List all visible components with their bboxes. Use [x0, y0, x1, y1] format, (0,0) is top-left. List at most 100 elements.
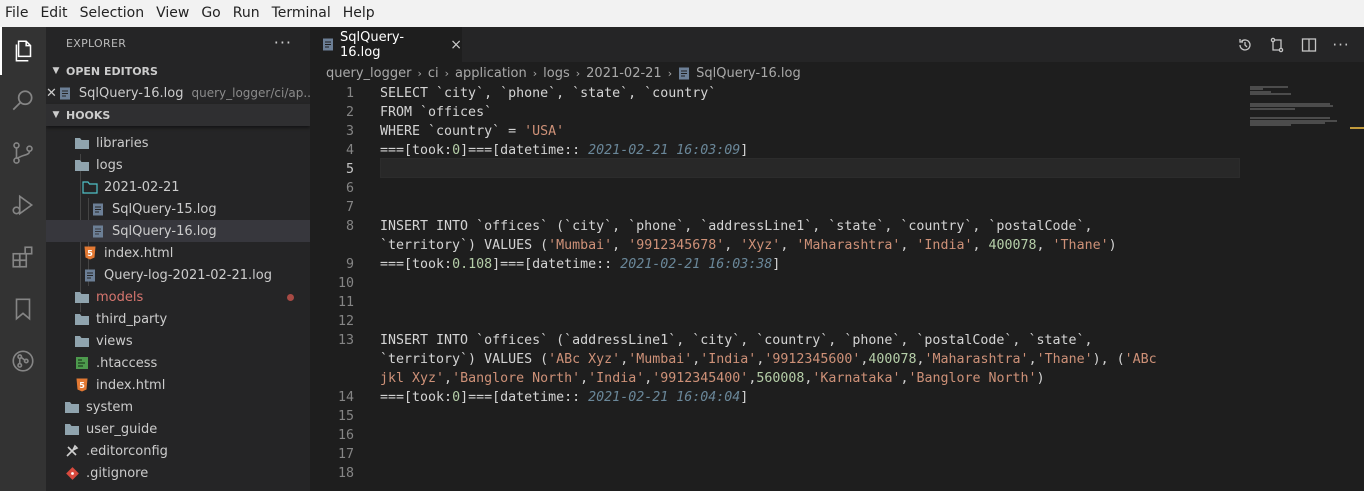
- code-line: INSERT INTO `offices` (`addressLine1`, `…: [380, 333, 1093, 348]
- code-line: FROM `offices`: [380, 105, 493, 120]
- tree-item-logs[interactable]: logs: [46, 154, 310, 176]
- folder-icon: [74, 135, 90, 151]
- breadcrumb-item[interactable]: 2021-02-21: [586, 66, 662, 81]
- hooks-header[interactable]: ▼ HOOKS: [46, 104, 310, 126]
- compare-changes-icon[interactable]: [1268, 36, 1286, 54]
- tree-item-index-html-logs[interactable]: 5 index.html: [46, 242, 310, 264]
- folder-icon: [74, 289, 90, 305]
- tree-item-models[interactable]: models: [46, 286, 310, 308]
- more-actions-icon[interactable]: ···: [274, 33, 292, 52]
- line-number: 18: [337, 466, 354, 481]
- line-number: 9: [345, 257, 354, 272]
- scroll-position-marker: [1350, 127, 1364, 129]
- breadcrumb-item[interactable]: SqlQuery-16.log: [696, 66, 801, 81]
- run-debug-icon[interactable]: [0, 181, 46, 229]
- tree-item-user-guide[interactable]: user_guide: [46, 418, 310, 440]
- tree-item-label: .gitignore: [86, 465, 149, 481]
- open-editor-item[interactable]: ✕ SqlQuery-16.log query_logger/ci/ap...: [46, 82, 310, 104]
- menu-file[interactable]: File: [0, 0, 35, 27]
- tree-item-htaccess[interactable]: .htaccess: [46, 352, 310, 374]
- breadcrumb-item[interactable]: ci: [428, 66, 439, 81]
- tab-sqlquery-16[interactable]: SqlQuery-16.log ×: [310, 27, 462, 62]
- code-line: ===[took:0]===[datetime:: 2021-02-21 16:…: [380, 390, 749, 405]
- menu-selection[interactable]: Selection: [75, 0, 152, 27]
- menu-go[interactable]: Go: [196, 0, 227, 27]
- line-number: 15: [337, 409, 354, 424]
- close-icon[interactable]: ✕: [46, 86, 57, 101]
- log-file-icon: [90, 201, 106, 217]
- chevron-right-icon: ›: [575, 66, 581, 80]
- code-line: `territory`) VALUES ('Mumbai', '99123456…: [380, 238, 1117, 253]
- chevron-down-icon: ▼: [52, 66, 60, 76]
- line-number: 5: [345, 162, 354, 177]
- timeline-icon[interactable]: [1236, 36, 1254, 54]
- tree-item-editorconfig[interactable]: .editorconfig: [46, 440, 310, 462]
- code-editor[interactable]: 1 SELECT `city`, `phone`, `state`, `count…: [310, 84, 1364, 491]
- tree-item-third-party[interactable]: third_party: [46, 308, 310, 330]
- tree-item-sqlquery-15[interactable]: SqlQuery-15.log: [46, 198, 310, 220]
- breadcrumb: query_logger › ci › application › logs ›…: [310, 62, 1364, 84]
- git-graph-icon[interactable]: [0, 337, 46, 385]
- line-number: 16: [337, 428, 354, 443]
- html5-icon: 5: [82, 245, 98, 261]
- code-line: WHERE `country` = 'USA': [380, 124, 565, 139]
- split-editor-icon[interactable]: [1300, 36, 1318, 54]
- menu-bar: File Edit Selection View Go Run Terminal…: [0, 0, 1364, 27]
- code-line: SELECT `city`, `phone`, `state`, `countr…: [380, 86, 717, 101]
- log-file-icon: [90, 223, 106, 239]
- breadcrumb-item[interactable]: query_logger: [326, 66, 411, 81]
- tree-item-query-log[interactable]: Query-log-2021-02-21.log: [46, 264, 310, 286]
- tree-item-label: Query-log-2021-02-21.log: [104, 267, 272, 283]
- tree-item-label: index.html: [104, 245, 174, 261]
- editor-tab-bar: SqlQuery-16.log × ···: [310, 27, 1364, 62]
- open-editor-name: SqlQuery-16.log: [78, 85, 184, 101]
- tree-item-index-html[interactable]: 5 index.html: [46, 374, 310, 396]
- menu-help[interactable]: Help: [338, 0, 382, 27]
- current-line-highlight: [380, 158, 1240, 178]
- tree-item-system[interactable]: system: [46, 396, 310, 418]
- minimap[interactable]: [1246, 84, 1364, 491]
- explorer-title-label: EXPLORER: [66, 37, 127, 50]
- line-number: 6: [345, 181, 354, 196]
- search-icon[interactable]: [0, 77, 46, 125]
- menu-terminal[interactable]: Terminal: [267, 0, 338, 27]
- extensions-icon[interactable]: [0, 233, 46, 281]
- tree-item-label: .editorconfig: [86, 443, 168, 459]
- breadcrumb-item[interactable]: application: [455, 66, 527, 81]
- tree-item-label: libraries: [96, 135, 149, 151]
- tree-item-gitignore[interactable]: .gitignore: [46, 462, 310, 484]
- tab-label: SqlQuery-16.log: [340, 29, 405, 60]
- modified-indicator: [287, 293, 294, 301]
- close-icon[interactable]: ×: [450, 37, 462, 53]
- tree-item-label: SqlQuery-15.log: [112, 201, 217, 217]
- menu-run[interactable]: Run: [228, 0, 267, 27]
- source-control-icon[interactable]: [0, 129, 46, 177]
- chevron-right-icon: ›: [532, 66, 538, 80]
- menu-edit[interactable]: Edit: [35, 0, 74, 27]
- tree-item-label: logs: [96, 157, 123, 173]
- menu-view[interactable]: View: [151, 0, 196, 27]
- open-editor-path: query_logger/ci/ap...: [191, 86, 310, 100]
- code-line: ===[took:0.108]===[datetime:: 2021-02-21…: [380, 257, 781, 272]
- tree-item-libraries[interactable]: libraries: [46, 132, 310, 154]
- tree-item-label: system: [86, 399, 133, 415]
- files-icon[interactable]: [0, 27, 46, 75]
- tree-item-views[interactable]: views: [46, 330, 310, 352]
- breadcrumb-item[interactable]: logs: [543, 66, 570, 81]
- tree-item-label: index.html: [96, 377, 166, 393]
- tree-item-date-folder[interactable]: 2021-02-21: [46, 176, 310, 198]
- line-number: 3: [345, 124, 354, 139]
- folder-icon: [74, 311, 90, 327]
- bookmarks-icon[interactable]: [0, 285, 46, 333]
- open-editors-header[interactable]: ▼ OPEN EDITORS: [46, 60, 310, 82]
- tree-item-sqlquery-16[interactable]: SqlQuery-16.log: [46, 220, 310, 242]
- more-actions-icon[interactable]: ···: [1332, 36, 1350, 54]
- minimap-line: [1250, 107, 1295, 110]
- explorer-sidebar: EXPLORER ··· ▼ OPEN EDITORS ✕ SqlQuery-1…: [46, 27, 310, 491]
- line-number: 8: [345, 219, 354, 234]
- line-number: 7: [345, 200, 354, 215]
- folder-icon: [64, 421, 80, 437]
- code-line: `territory`) VALUES ('ABc Xyz','Mumbai',…: [380, 352, 1157, 367]
- code-line: INSERT INTO `offices` (`city`, `phone`, …: [380, 219, 1093, 234]
- tree-item-label: .htaccess: [96, 355, 158, 371]
